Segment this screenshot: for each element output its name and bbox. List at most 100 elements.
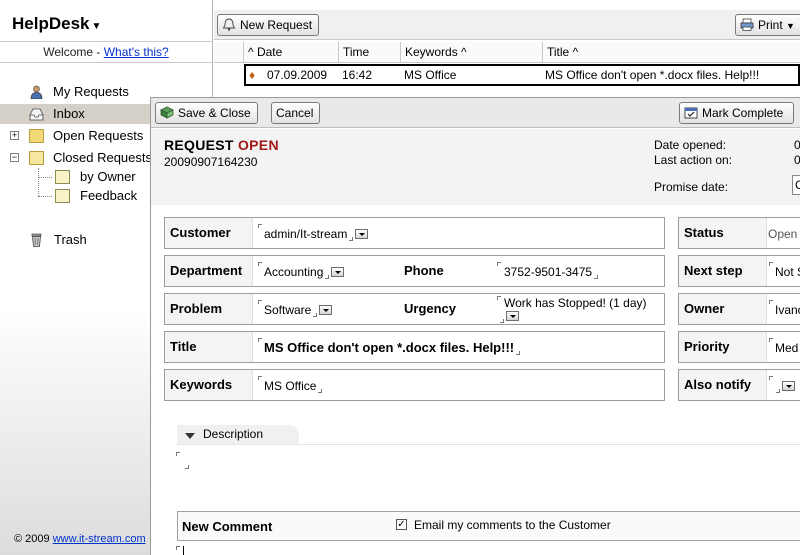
save-close-button[interactable]: Save & Close	[155, 102, 258, 124]
app-title: HelpDesk	[12, 14, 90, 33]
field-start-marker	[258, 338, 262, 342]
field-start-marker	[769, 338, 773, 342]
column-date-label: Date	[256, 45, 283, 59]
copyright-text: © 2009	[14, 533, 53, 545]
phone-label: Phone	[399, 256, 489, 286]
new-request-button[interactable]: New Request	[217, 14, 320, 36]
phone-field[interactable]: 3752-9501-3475	[504, 265, 599, 279]
view-icon	[55, 170, 70, 184]
divider	[177, 444, 800, 445]
customer-field[interactable]: admin/It-stream	[264, 227, 369, 241]
field-start-marker	[258, 262, 262, 266]
row-keywords: MS Office	[404, 68, 457, 82]
email-customer-checkbox[interactable]: ✓	[396, 519, 407, 530]
new-comment-label: New Comment	[182, 519, 273, 534]
request-id: 20090907164230	[164, 155, 258, 169]
field-start-marker	[258, 376, 262, 380]
owner-row: Owner Ivano	[678, 293, 800, 325]
keywords-field[interactable]: MS Office	[264, 379, 323, 393]
keywords-row: Keywords MS Office	[164, 369, 665, 401]
dropdown-icon[interactable]	[506, 311, 519, 321]
row-time: 16:42	[342, 68, 373, 82]
department-field[interactable]: Accounting	[264, 265, 345, 279]
urgency-label: Urgency	[399, 294, 489, 324]
field-start-marker	[497, 262, 501, 266]
row-date: 07.09.2009	[267, 68, 328, 82]
urgency-field[interactable]: Work has Stopped! (1 day)	[504, 296, 647, 310]
copyright-footer: © 2009 www.it-stream.com	[14, 533, 146, 545]
trash-icon	[31, 233, 42, 247]
last-action-value: 0	[794, 153, 800, 167]
cancel-label: Cancel	[276, 106, 314, 120]
column-time-label: Time	[343, 45, 370, 59]
welcome-bar: Welcome - What's this?	[0, 41, 212, 63]
owner-field[interactable]: Ivano	[775, 303, 800, 317]
cancel-button[interactable]: Cancel	[271, 102, 321, 124]
description-section-toggle[interactable]: Description	[177, 425, 299, 444]
expand-icon[interactable]: +	[10, 131, 19, 140]
comment-input-caret[interactable]	[183, 546, 184, 555]
problem-row: Problem Software Urgency Work has Stoppe…	[164, 293, 665, 325]
also-notify-field[interactable]	[774, 379, 795, 393]
column-time[interactable]: Time	[338, 42, 400, 63]
date-opened-label: Date opened:	[654, 138, 727, 152]
problem-field[interactable]: Software	[264, 303, 333, 317]
promise-date-label: Promise date:	[654, 180, 729, 194]
field-end-marker	[318, 389, 323, 393]
department-row: Department Accounting Phone 3752-9501-34…	[164, 255, 665, 287]
sidebar-item-closed-requests[interactable]: − Closed Requests	[0, 148, 152, 168]
request-status: OPEN	[237, 137, 279, 153]
column-title-label: Title	[547, 45, 570, 59]
description-field[interactable]	[183, 455, 743, 471]
collapse-icon[interactable]: −	[10, 153, 19, 162]
row-title: MS Office don't open *.docx files. Help!…	[545, 68, 760, 82]
mark-complete-label: Mark Complete	[702, 106, 784, 120]
priority-flag-icon: ♦	[249, 68, 256, 82]
caret-down-icon: ▼	[786, 21, 795, 31]
dropdown-icon[interactable]	[355, 229, 369, 239]
last-action-label: Last action on:	[654, 153, 733, 167]
table-row[interactable]: ♦ 07.09.2009 16:42 MS Office MS Office d…	[244, 64, 800, 86]
request-title: REQUEST OPEN	[164, 137, 279, 153]
column-keywords[interactable]: Keywords ^	[400, 42, 542, 63]
whats-this-link[interactable]: What's this?	[104, 45, 169, 59]
calendar-check-icon	[684, 107, 698, 119]
sidebar-item-open-requests[interactable]: + Open Requests	[0, 126, 150, 146]
request-header: REQUEST OPEN 20090907164230 Date opened:…	[151, 129, 800, 205]
priority-field[interactable]: Med	[775, 341, 798, 355]
status-value: Open	[768, 227, 798, 241]
sidebar-item-feedback[interactable]: Feedback	[0, 186, 150, 206]
next-step-field[interactable]: Not S	[775, 265, 800, 279]
keywords-value: MS Office	[264, 379, 317, 393]
new-comment-bar: New Comment ✓ Email my comments to the C…	[177, 511, 800, 541]
field-end-marker	[325, 275, 330, 279]
save-close-label: Save & Close	[178, 106, 251, 120]
print-button[interactable]: Print ▼	[735, 14, 800, 36]
sidebar-item-inbox[interactable]: Inbox	[0, 104, 150, 124]
column-title[interactable]: Title ^	[542, 42, 800, 63]
dropdown-icon[interactable]	[319, 305, 333, 315]
dropdown-icon[interactable]	[782, 381, 795, 391]
sidebar-item-trash[interactable]: Trash	[0, 230, 150, 250]
sidebar-item-label: Feedback	[80, 188, 138, 203]
mark-complete-button[interactable]: Mark Complete	[679, 102, 795, 124]
app-title-menu[interactable]: HelpDesk ▼	[12, 14, 101, 34]
title-field[interactable]: MS Office don't open *.docx files. Help!…	[264, 340, 521, 355]
column-date[interactable]: ^ Date	[243, 42, 341, 63]
field-start-marker	[497, 296, 501, 300]
also-notify-label: Also notify	[679, 370, 767, 400]
sidebar-item-label: by Owner	[80, 169, 136, 184]
customer-label: Customer	[165, 218, 253, 248]
view-icon	[55, 189, 70, 203]
request-form-panel: Save & Close Cancel Mark Complete REQUES…	[150, 97, 800, 555]
dropdown-icon[interactable]	[331, 267, 345, 277]
company-link[interactable]: www.it-stream.com	[53, 533, 146, 545]
urgency-controls	[498, 309, 519, 323]
urgency-value: Work has Stopped! (1 day)	[504, 296, 647, 310]
sidebar-item-by-owner[interactable]: by Owner	[0, 167, 150, 187]
department-value: Accounting	[264, 265, 324, 279]
sidebar-item-my-requests[interactable]: My Requests	[0, 82, 150, 102]
sidebar-item-label: Open Requests	[53, 128, 144, 143]
promise-date-input[interactable]: C	[792, 175, 800, 195]
problem-label: Problem	[165, 294, 253, 324]
